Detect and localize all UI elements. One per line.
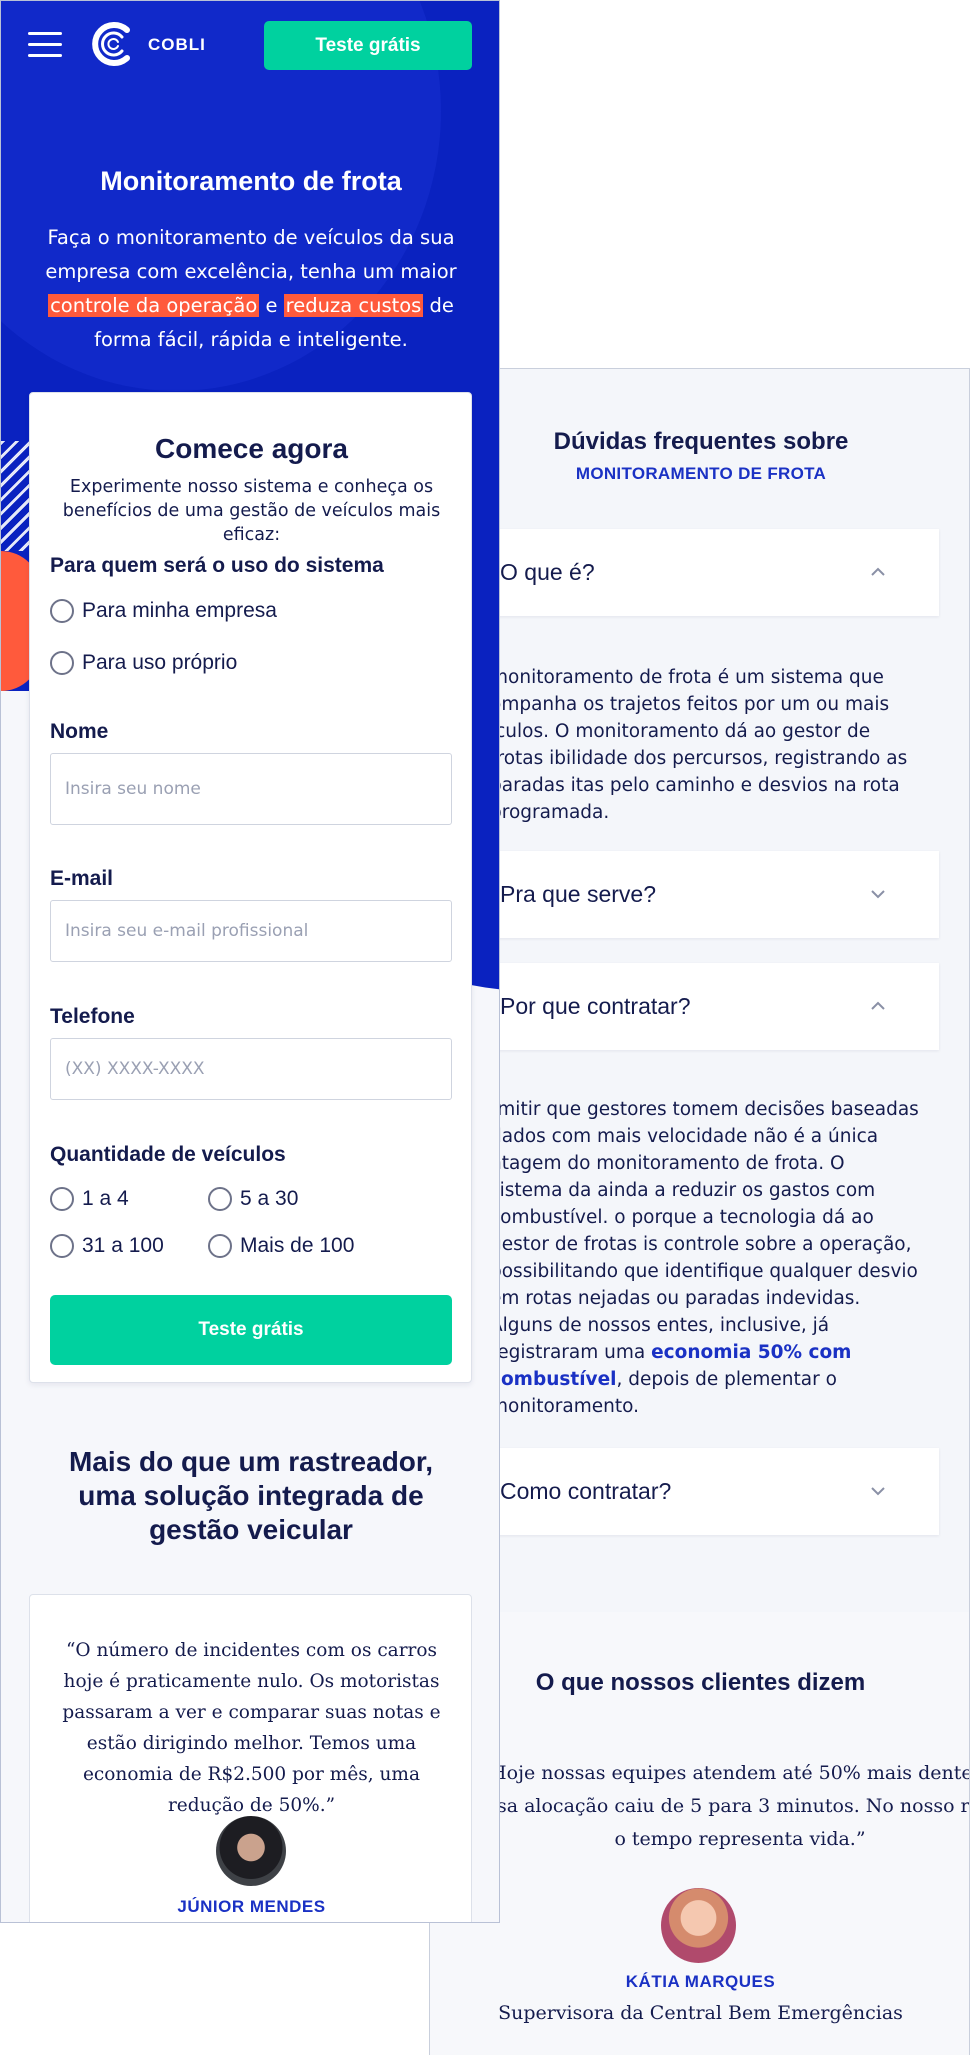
- vehicles-option-5-30[interactable]: 5 a 30: [208, 1187, 298, 1211]
- top-bar: COBLI Teste grátis: [1, 1, 499, 91]
- hero-text-middle: e: [259, 294, 284, 317]
- testimonial-role: Supervisora da Central Bem Emergências: [498, 2002, 903, 2024]
- vehicles-option-1-4[interactable]: 1 a 4: [50, 1187, 129, 1211]
- faq-title: Dúvidas frequentes sobre: [553, 428, 849, 455]
- radio-label: Para uso próprio: [82, 651, 238, 674]
- name-field[interactable]: Insira seu nome: [50, 753, 452, 825]
- hero-title: Monitoramento de frota: [100, 166, 402, 196]
- avatar: [216, 1816, 286, 1886]
- faq-item-como-contratar[interactable]: Como contratar?: [490, 1448, 939, 1535]
- landing-screen: COBLI Teste grátis Monitoramento de frot…: [0, 0, 500, 1923]
- radio-label: 1 a 4: [82, 1187, 129, 1210]
- hamburger-menu-icon[interactable]: [28, 32, 62, 58]
- chevron-down-icon: [871, 890, 885, 899]
- faq-item-pra-que-serve[interactable]: Pra que serve?: [490, 851, 939, 938]
- faq-question: Como contratar?: [500, 1478, 672, 1504]
- faq-answer-text: rmitir que gestores tomem decisões basea…: [490, 1099, 919, 1363]
- faq-header: Dúvidas frequentes sobre MONITORAMENTO D…: [430, 369, 969, 484]
- radio-label: 31 a 100: [82, 1234, 164, 1257]
- chevron-down-icon: [871, 1487, 885, 1496]
- testimonial-card: “O número de incidentes com os carros ho…: [29, 1594, 472, 1922]
- avatar: [661, 1888, 736, 1963]
- chevron-up-icon: [871, 567, 885, 576]
- usage-option-personal[interactable]: Para uso próprio: [50, 651, 237, 675]
- radio-button[interactable]: [50, 1187, 74, 1211]
- hero-highlight-control: controle da operação: [48, 294, 260, 317]
- name-label: Nome: [50, 720, 109, 743]
- hero-text: Faça o monitoramento de veículos da sua …: [41, 221, 461, 357]
- faq-item-o-que-e[interactable]: O que é?: [490, 529, 939, 616]
- faq-answer: monitoramento de frota é um sistema que …: [490, 667, 908, 823]
- radio-label: 5 a 30: [240, 1187, 299, 1210]
- usage-label: Para quem será o uso do sistema: [50, 554, 384, 577]
- radio-button[interactable]: [50, 1234, 74, 1258]
- radio-button[interactable]: [208, 1187, 232, 1211]
- radio-button[interactable]: [208, 1234, 232, 1258]
- form-title: Comece agora: [155, 433, 348, 464]
- faq-question: Pra que serve?: [500, 881, 656, 907]
- email-field[interactable]: Insira seu e-mail profissional: [50, 900, 452, 962]
- stripes-decoration: [1, 441, 31, 551]
- chevron-up-icon: [871, 1001, 885, 1010]
- phone-label: Telefone: [50, 1005, 135, 1028]
- phone-field[interactable]: (XX) XXXX-XXXX: [50, 1038, 452, 1100]
- faq-answer: rmitir que gestores tomem decisões basea…: [490, 1096, 920, 1420]
- testimonial-quote: “Hoje nossas equipes atendem até 50% mai…: [463, 1762, 970, 1850]
- faq-question: Por que contratar?: [500, 993, 691, 1019]
- solution-title: Mais do que um rastreador, uma solução i…: [68, 1446, 434, 1545]
- logo-text: COBLI: [148, 35, 206, 54]
- phone-placeholder: (XX) XXXX-XXXX: [65, 1059, 205, 1079]
- name-placeholder: Insira seu nome: [65, 779, 201, 799]
- testimonial-name: KÁTIA MARQUES: [625, 1972, 776, 1991]
- vehicles-label: Quantidade de veículos: [50, 1143, 286, 1166]
- radio-label: Para minha empresa: [82, 599, 277, 622]
- testimonial-quote: “O número de incidentes com os carros ho…: [62, 1640, 441, 1816]
- faq-subtitle: MONITORAMENTO DE FROTA: [575, 464, 827, 483]
- radio-label: Mais de 100: [240, 1234, 355, 1257]
- testimonials-title: O que nossos clientes dizem: [535, 1669, 866, 1696]
- faq-item-por-que-contratar[interactable]: Por que contratar?: [490, 963, 939, 1050]
- testimonial-name: JÚNIOR MENDES: [177, 1897, 326, 1916]
- faq-question: O que é?: [500, 559, 595, 585]
- vehicles-option-31-100[interactable]: 31 a 100: [50, 1234, 164, 1258]
- submit-button[interactable]: Teste grátis: [50, 1295, 452, 1365]
- form-subtitle: Experimente nosso sistema e conheça os b…: [62, 477, 441, 545]
- hero-highlight-costs: reduza custos: [283, 294, 424, 317]
- faq-screen: Dúvidas frequentes sobre MONITORAMENTO D…: [429, 368, 970, 2055]
- signup-form: Comece agora Experimente nosso sistema e…: [29, 392, 472, 1383]
- cobli-logo-icon[interactable]: [89, 20, 137, 68]
- radio-button[interactable]: [50, 651, 74, 675]
- free-trial-button[interactable]: Teste grátis: [264, 21, 472, 70]
- radio-button[interactable]: [50, 599, 74, 623]
- hero-text-start: Faça o monitoramento de veículos da sua …: [45, 226, 457, 283]
- email-label: E-mail: [50, 867, 114, 890]
- usage-option-company[interactable]: Para minha empresa: [50, 599, 277, 623]
- vehicles-option-100-plus[interactable]: Mais de 100: [208, 1234, 354, 1258]
- email-placeholder: Insira seu e-mail profissional: [65, 921, 309, 941]
